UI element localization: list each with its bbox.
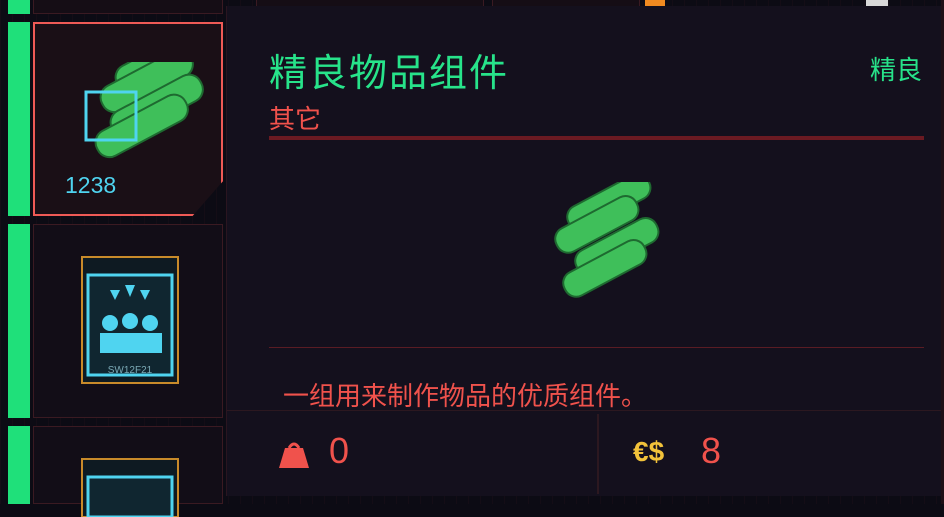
rarity-bar	[8, 426, 30, 504]
divider	[269, 136, 924, 140]
weight-icon	[279, 442, 309, 468]
inventory-slot-selected[interactable]: 1238	[33, 22, 223, 216]
skill-shard-icon	[81, 458, 179, 517]
divider	[269, 347, 924, 348]
rarity-bar	[8, 0, 30, 14]
item-price: 8	[701, 430, 722, 471]
rarity-bar	[8, 224, 30, 418]
item-preview-icon	[554, 182, 660, 298]
item-count: 1238	[65, 172, 117, 198]
item-quality: 精良	[869, 56, 922, 86]
divider	[597, 414, 599, 494]
skill-shard-icon: SW12F21	[81, 256, 179, 384]
item-weight: 0	[329, 430, 350, 471]
item-category: 其它	[269, 105, 322, 135]
inventory-slot-partial[interactable]	[33, 0, 223, 14]
item-name: 精良物品组件	[269, 51, 510, 95]
divider	[227, 410, 944, 411]
eurodollar-icon: €$	[633, 436, 665, 467]
item-description: 一组用来制作物品的优质组件。	[283, 382, 648, 412]
shard-label: SW12F21	[108, 365, 153, 376]
inventory-slot[interactable]: SW12F21	[33, 224, 223, 418]
item-tooltip: 精良物品组件 精良 其它 一组用来制作物品的优质组件。 0 €$ 8	[226, 6, 944, 496]
rarity-bar	[8, 22, 30, 216]
inventory-slot[interactable]	[33, 426, 223, 517]
component-cells-icon	[84, 62, 209, 159]
